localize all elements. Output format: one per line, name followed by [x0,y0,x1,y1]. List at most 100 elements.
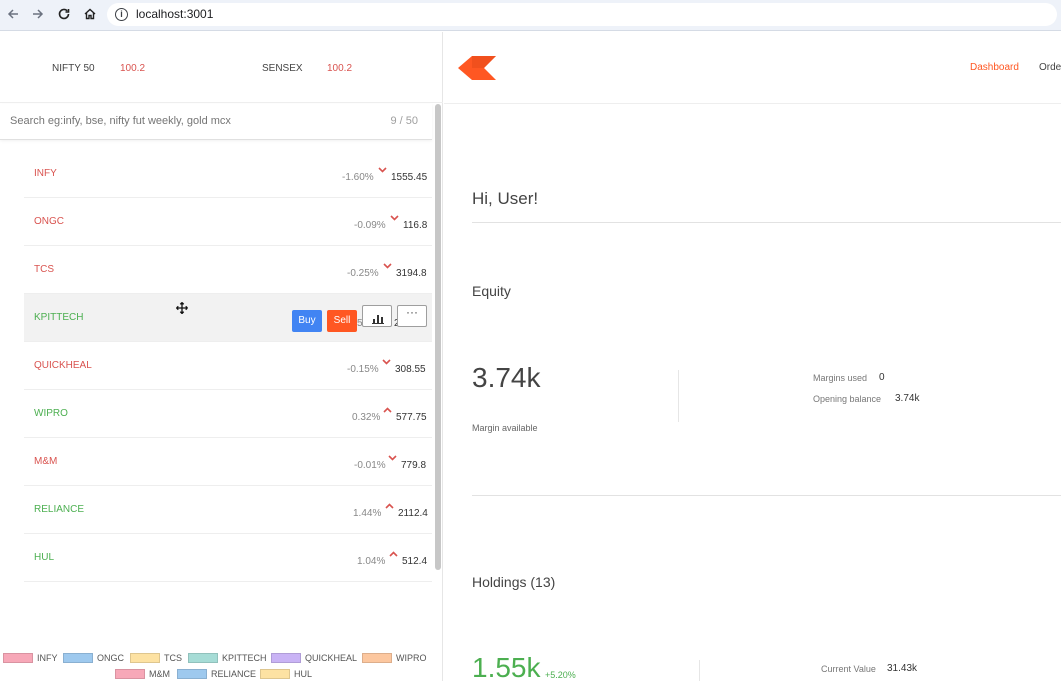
chevron-down-icon [382,357,392,367]
watchlist-row-kpittech[interactable]: KPITTECH 5 2 Buy Sell ··· [24,294,432,342]
stock-change-pct: -0.01% [354,460,386,471]
vertical-separator [699,660,700,681]
chevron-down-icon [383,261,393,271]
forward-arrow-icon[interactable] [30,7,46,23]
index-value-nifty: 100.2 [120,63,146,74]
home-icon[interactable] [82,7,98,23]
chevron-down-icon [390,213,400,223]
legend-label: RELIANCE [211,669,257,679]
chart-legend: INFY ONGC TCS KPITTECH QUICKHEAL WIPRO M… [0,648,443,688]
stock-name: RELIANCE [34,504,85,515]
holdings-section-title: Holdings (13) [472,574,556,590]
index-name-sensex: SENSEX [262,63,303,74]
legend-swatch [3,653,33,663]
watchlist-row-wipro[interactable]: WIPRO 0.32% 577.75 [24,390,432,438]
stock-name: WIPRO [34,408,68,419]
top-nav-bar: Dashboard Orde [444,32,1061,104]
watchlist-row-hul[interactable]: HUL 1.04% 512.4 [24,534,432,582]
stock-price: 779.8 [401,460,427,471]
watchlist-scrollbar[interactable] [435,104,441,570]
legend-item[interactable]: INFY [3,652,63,664]
stock-name: INFY [34,168,57,179]
legend-label: HUL [294,669,313,679]
current-value-label: Current Value [821,664,876,674]
back-arrow-icon[interactable] [5,7,21,23]
legend-label: INFY [37,653,58,663]
legend-label: QUICKHEAL [305,653,358,663]
stock-name: KPITTECH [34,312,84,323]
watchlist-row-quickheal[interactable]: QUICKHEAL -0.15% 308.55 [24,342,432,390]
margins-used-value: 0 [879,372,885,383]
stock-change-pct: -1.60% [342,172,374,183]
legend-label: TCS [164,653,182,663]
stock-name: M&M [34,456,58,467]
stock-price: 308.55 [395,364,426,375]
legend-item[interactable]: RELIANCE [177,668,259,680]
buy-button[interactable]: Buy [292,310,322,332]
opening-balance-value: 3.74k [895,393,920,404]
watchlist-row-ongc[interactable]: ONGC -0.09% 116.8 [24,198,432,246]
watchlist-row-infy[interactable]: INFY -1.60% 1555.45 [24,150,432,198]
nav-orders-link[interactable]: Orde [1039,62,1061,73]
stock-price: 2112.4 [398,508,428,519]
margin-available-value: 3.74k [472,362,541,393]
address-bar[interactable]: i localhost:3001 [107,3,1057,26]
watchlist-row-tcs[interactable]: TCS -0.25% 3194.8 [24,246,432,294]
stock-price: 512.4 [402,556,428,567]
watchlist-row-reliance[interactable]: RELIANCE 1.44% 2112.4 [24,486,432,534]
opening-balance-label: Opening balance [813,394,882,404]
legend-item[interactable]: TCS [130,652,186,664]
chart-button[interactable] [362,305,392,327]
dashboard-panel: Dashboard Orde Hi, User! Equity 3.74k Ma… [444,32,1061,683]
margins-used-label: Margins used [813,373,868,383]
stock-price: 1555.45 [391,172,428,183]
stock-change-pct: 1.44% [353,508,382,519]
browser-toolbar: i localhost:3001 [0,0,1061,31]
chevron-down-icon [378,165,388,175]
reload-icon[interactable] [56,7,72,23]
sell-button[interactable]: Sell [327,310,357,332]
stock-price: 116.8 [403,220,428,231]
more-options-button[interactable]: ··· [397,305,427,327]
bar-chart-icon [372,311,384,329]
stock-change-pct: -0.15% [347,364,379,375]
stock-name: QUICKHEAL [34,360,92,371]
stock-price: 577.75 [396,412,427,423]
legend-label: M&M [149,669,170,679]
stock-change-pct: 0.32% [352,412,381,423]
current-value-value: 31.43k [887,663,918,674]
legend-item[interactable]: ONGC [63,652,129,664]
legend-swatch [362,653,392,663]
divider [472,495,1061,496]
legend-swatch [63,653,93,663]
site-info-icon[interactable]: i [115,8,128,21]
vertical-separator [678,370,679,422]
legend-item[interactable]: KPITTECH [188,652,270,664]
watchlist-row-mm[interactable]: M&M -0.01% 779.8 [24,438,432,486]
legend-item[interactable]: HUL [260,668,320,680]
watchlist-count: 9 / 50 [390,115,418,127]
nav-dashboard-link[interactable]: Dashboard [970,62,1019,73]
legend-swatch [271,653,301,663]
holdings-pnl-value: 1.55k [472,652,541,683]
stock-name: HUL [34,552,55,563]
legend-swatch [115,669,145,679]
divider [472,222,1061,223]
search-input[interactable] [10,115,330,127]
margin-available-label: Margin available [472,423,538,433]
move-cursor-icon [176,301,188,317]
legend-item[interactable]: QUICKHEAL [271,652,361,664]
watchlist-panel: NIFTY 50 100.2 SENSEX 100.2 9 / 50 INFY … [0,32,443,681]
chevron-down-icon [388,453,398,463]
legend-swatch [188,653,218,663]
chevron-up-icon [383,405,393,415]
legend-label: ONGC [97,653,124,663]
chevron-up-icon [385,501,395,511]
legend-label: WIPRO [396,653,427,663]
stock-name: ONGC [34,216,64,227]
legend-item[interactable]: WIPRO [362,652,432,664]
legend-item[interactable]: M&M [115,668,175,680]
stock-price: 3194.8 [396,268,427,279]
legend-swatch [177,669,207,679]
kite-logo-icon[interactable] [458,56,496,80]
